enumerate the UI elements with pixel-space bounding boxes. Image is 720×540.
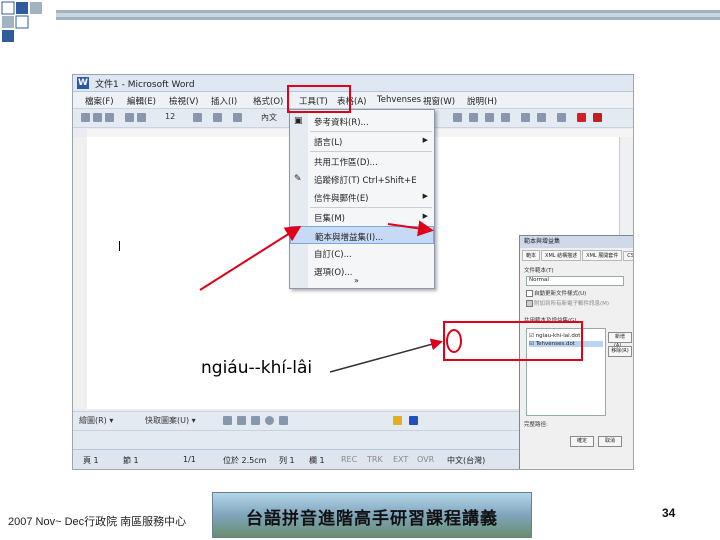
arrow-to-menu-item (199, 225, 302, 291)
arrow-from-label (329, 338, 443, 373)
banner-title: 台語拼音進階高手研習課程講義 (246, 509, 498, 529)
annotation-arrows (199, 220, 443, 373)
arrow-to-dialog (387, 220, 434, 237)
annotation-label: ngiáu--khí-lâi (201, 358, 313, 378)
footer-banner: 台語拼音進階高手研習課程講義 (212, 492, 532, 538)
footer-organization: 2007 Nov~ Dec行政院 南區服務中心 (8, 516, 187, 528)
page-number: 34 (662, 506, 676, 520)
